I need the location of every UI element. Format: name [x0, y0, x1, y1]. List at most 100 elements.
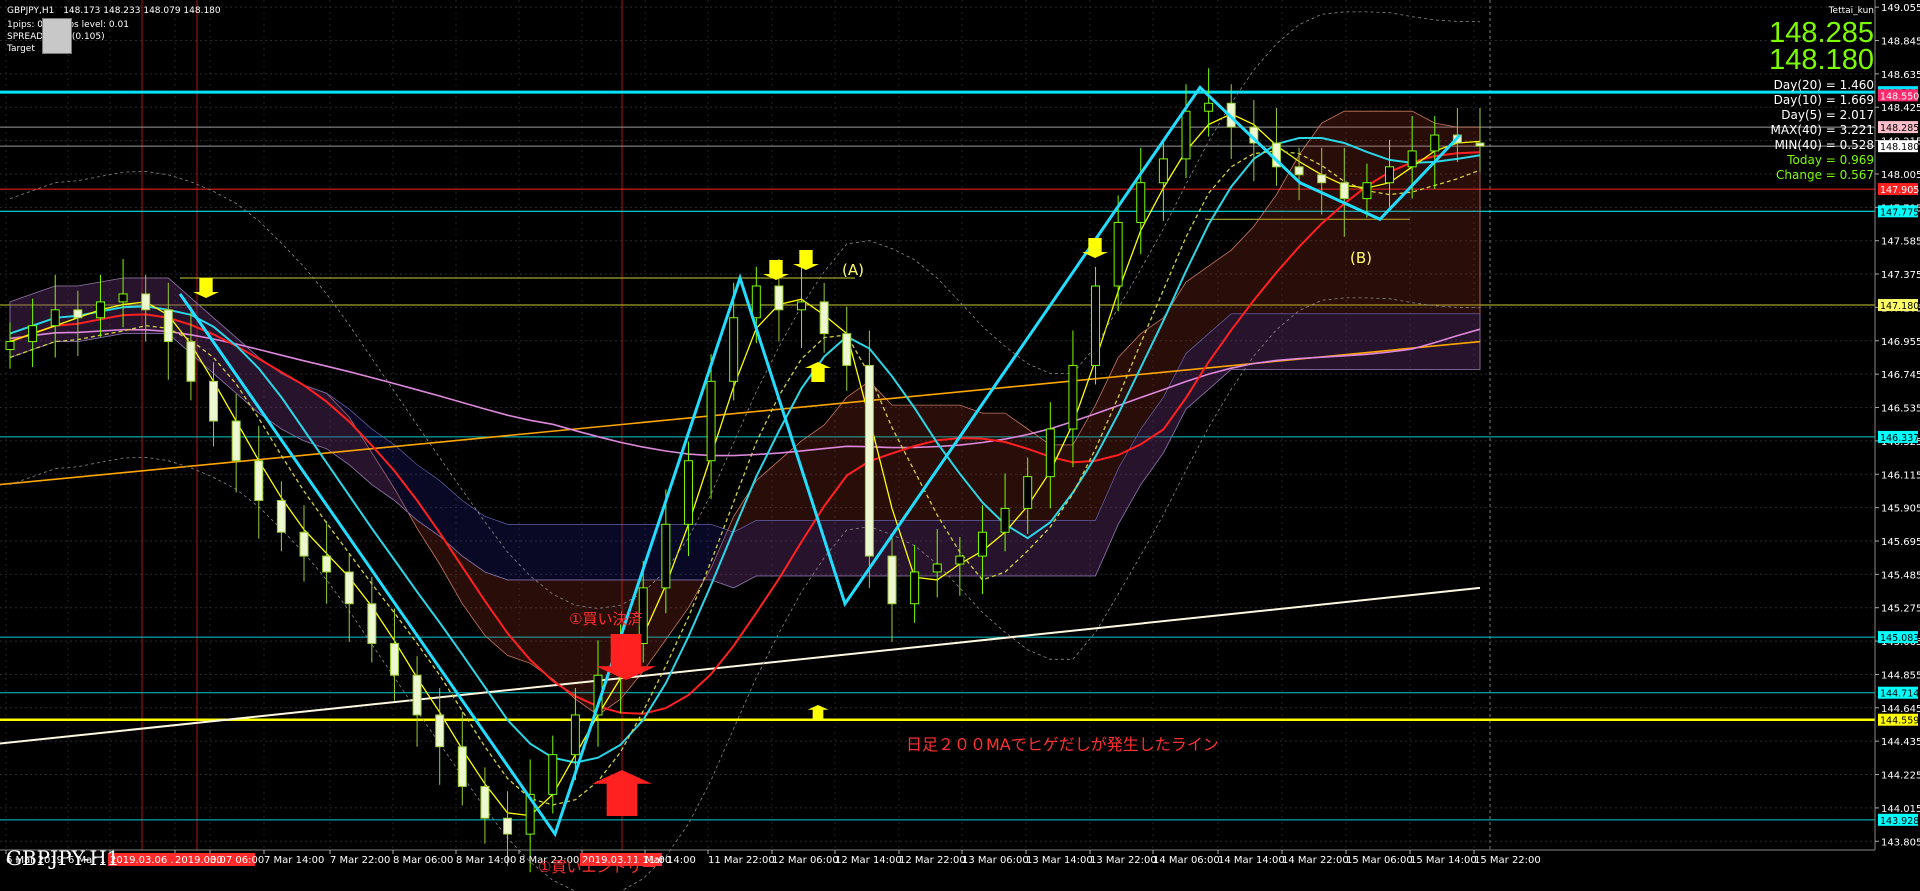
candle-body — [503, 817, 513, 835]
price-tick-label: 147.585 — [1881, 237, 1920, 248]
candle-body — [118, 293, 128, 303]
stat-line: Today = 0.969 — [1787, 153, 1874, 167]
time-label: 14 Mar 06:00 — [1153, 855, 1220, 866]
candle-body — [141, 293, 151, 311]
price-tick-label: 143.805 — [1881, 837, 1920, 848]
candle-body — [367, 603, 377, 644]
price-tick-label: 146.535 — [1881, 404, 1920, 415]
price-level-label: 145.083 — [1880, 633, 1919, 644]
price-tick-label: 144.435 — [1881, 737, 1920, 748]
time-label: 13 Mar 06:00 — [962, 855, 1029, 866]
time-label: 7 Mar 14:00 — [264, 855, 324, 866]
time-label: 12 Mar 22:00 — [899, 855, 966, 866]
candle-body — [95, 301, 105, 319]
stat-line: Change = 0.567 — [1776, 168, 1874, 182]
candle-body — [570, 714, 580, 756]
candle-body — [977, 531, 987, 557]
time-label: 14 Mar 14:00 — [1218, 855, 1285, 866]
price-tick-label: 149.055 — [1881, 3, 1920, 14]
candle-body — [480, 785, 490, 819]
price-tick-label: 148.635 — [1881, 70, 1920, 81]
price-level-label: 148.285 — [1880, 123, 1919, 134]
candle-body — [231, 420, 241, 462]
candle-body — [1023, 476, 1033, 509]
stat-line: Day(5) = 2.017 — [1781, 108, 1874, 122]
stat-line: MAX(40) = 3.221 — [1770, 123, 1874, 137]
candle-body — [774, 285, 784, 311]
stat-line: Day(20) = 1.460 — [1773, 78, 1874, 92]
price-level-label: 148.180 — [1880, 142, 1919, 153]
candle-body — [1091, 285, 1101, 366]
price-level-label: 147.180 — [1880, 301, 1919, 312]
time-label: 8 Mar 14:00 — [456, 855, 516, 866]
candle-body — [1317, 174, 1327, 184]
price-tick-label: 144.015 — [1881, 804, 1920, 815]
candle-body — [706, 380, 716, 462]
price-tick-label: 145.485 — [1881, 570, 1920, 581]
time-label: 12 Mar 14:00 — [835, 855, 902, 866]
stat-line: Day(10) = 1.669 — [1773, 93, 1874, 107]
candle-body — [1362, 182, 1372, 200]
candle-body — [457, 746, 467, 787]
candle-body — [254, 460, 264, 501]
ma-line-note: 日足２００MAでヒゲだしが発生したライン — [906, 735, 1219, 754]
price-chart[interactable]: 149.055148.845148.635148.425148.215148.0… — [0, 0, 1920, 891]
candle-body — [299, 531, 309, 557]
candle-body — [73, 309, 83, 319]
candle-body — [1430, 134, 1440, 152]
candle-body — [344, 571, 354, 605]
mini-panel[interactable] — [42, 18, 72, 54]
candle-body — [548, 754, 558, 795]
ohlc-values: 148.173 148.233 148.079 148.180 — [63, 6, 221, 16]
time-label: 15 Mar 22:00 — [1474, 855, 1541, 866]
time-label: 13 Mar 14:00 — [1026, 855, 1093, 866]
price-level-label: 148.550 — [1880, 91, 1919, 102]
time-label: 15 Mar 14:00 — [1410, 855, 1477, 866]
candle-body — [28, 325, 38, 343]
price-level-label: 147.905 — [1880, 185, 1919, 196]
candle-body — [186, 341, 196, 382]
time-label: 12 Mar 06:00 — [772, 855, 839, 866]
candle-body — [1339, 182, 1349, 200]
candle-body — [163, 309, 173, 343]
candle-body — [1204, 102, 1214, 112]
price-tick-label: 146.115 — [1881, 470, 1920, 481]
time-label: 15 Mar 06:00 — [1346, 855, 1413, 866]
price-tick-label: 146.955 — [1881, 337, 1920, 348]
price-tick-label: 145.905 — [1881, 504, 1920, 515]
chart-header: GBPJPY,H1 148.173 148.233 148.079 148.18… — [7, 6, 221, 17]
candle-body — [842, 333, 852, 366]
price-tick-label: 145.275 — [1881, 604, 1920, 615]
candle-body — [5, 341, 15, 351]
exit-label: ①買い決済 — [569, 610, 642, 628]
time-label: 11 Mar 22:00 — [708, 855, 775, 866]
author-label: Tettai_kun — [1828, 6, 1874, 16]
candle-body — [1158, 158, 1168, 184]
candle-body — [797, 301, 807, 311]
candle-body — [910, 571, 920, 605]
candle-body — [412, 674, 422, 716]
entry-label: ①買いエントリー — [538, 858, 656, 876]
candle-body — [683, 460, 693, 525]
candle-body — [751, 285, 761, 319]
time-label: 14 Mar 22:00 — [1282, 855, 1349, 866]
candle-body — [1181, 110, 1191, 160]
price-tick-label: 148.845 — [1881, 37, 1920, 48]
price-tick-label: 144.645 — [1881, 704, 1920, 715]
candle-body — [729, 317, 739, 382]
price-level-label: 146.337 — [1880, 433, 1919, 444]
candle-body — [1045, 428, 1055, 478]
wave-a-label: (A) — [842, 261, 864, 279]
candle-body — [955, 555, 965, 565]
candle-body — [932, 563, 942, 573]
candle-body — [661, 523, 671, 589]
candle-body — [1475, 142, 1485, 147]
volatility-stats: Day(20) = 1.460 Day(10) = 1.669 Day(5) = 2… — [1771, 78, 1874, 183]
price-level-label: 144.559 — [1880, 716, 1919, 727]
symbol-header: GBPJPY,H1 — [7, 6, 55, 16]
stat-line: MIN(40) = 0.528 — [1774, 138, 1874, 152]
candle-body — [1294, 166, 1304, 176]
price-tick-label: 145.695 — [1881, 537, 1920, 548]
time-label: 00 — [210, 855, 223, 866]
time-label: 13 Mar 22:00 — [1090, 855, 1157, 866]
